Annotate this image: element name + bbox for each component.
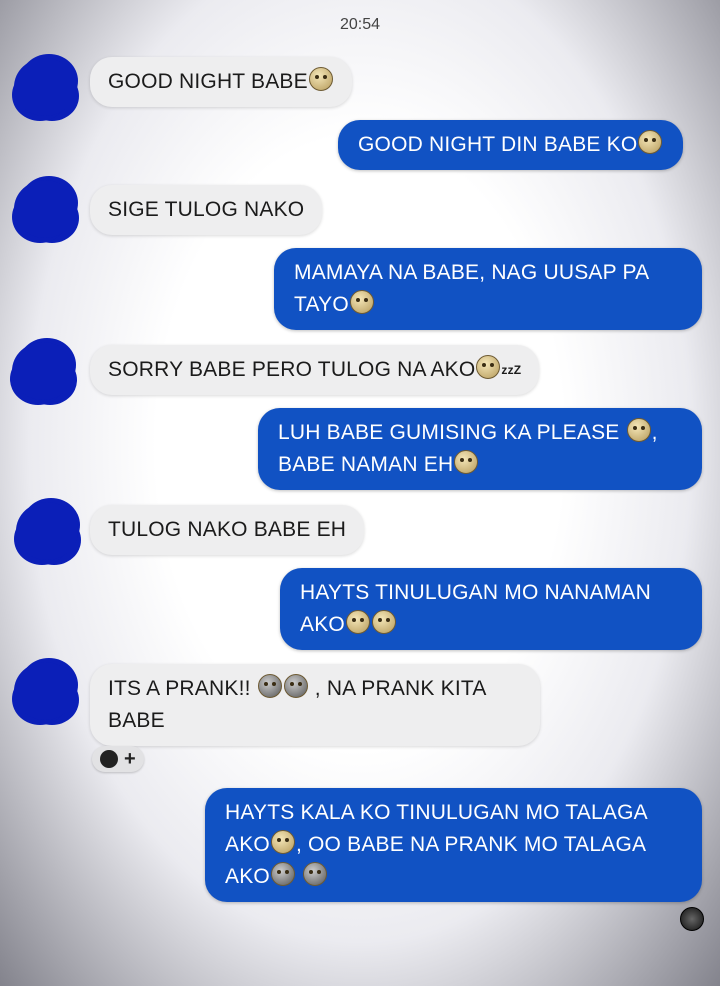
message-outgoing[interactable]: MAMAYA NA BABE, NAG UUSAP PA TAYO — [274, 248, 702, 330]
message-text-line: HAYTS KALA KO TINULUGAN MO TALAGA — [225, 801, 648, 824]
pensive-face-icon — [345, 610, 370, 634]
zzz-icon: zzZ — [501, 363, 522, 377]
message-outgoing[interactable]: HAYTS KALA KO TINULUGAN MO TALAGA AKO , O… — [205, 788, 702, 902]
contact-avatar[interactable] — [14, 662, 76, 720]
message-incoming[interactable]: ITS A PRANK!! , NA PRANK KITA BABE — [90, 664, 540, 746]
message-text: SORRY BABE PERO TULOG NA AKO — [108, 358, 476, 381]
message-incoming[interactable]: SIGE TULOG NAKO — [90, 185, 323, 235]
contact-avatar[interactable] — [14, 180, 76, 238]
pensive-face-icon — [349, 290, 374, 314]
pleading-face-icon — [270, 830, 295, 854]
message-incoming[interactable]: TULOG NAKO BABE EH — [90, 505, 365, 555]
message-text-line: , OO BABE NA PRANK MO TALAGA — [295, 833, 647, 856]
message-outgoing[interactable]: GOOD NIGHT DIN BABE KO — [338, 120, 684, 170]
message-outgoing[interactable]: HAYTS TINULUGAN MO NANAMAN AKO — [280, 568, 702, 650]
message-text: GOOD NIGHT DIN BABE KO — [358, 133, 638, 156]
message-text-line: HAYTS TINULUGAN MO NANAMAN — [300, 581, 651, 604]
pensive-face-icon — [454, 450, 479, 474]
message-text: SIGE TULOG NAKO — [108, 198, 305, 221]
message-text-line: TAYO — [294, 293, 349, 316]
message-text-punct: , — [651, 421, 658, 444]
plus-icon: + — [124, 748, 136, 770]
message-text-line: ITS A PRANK!! — [108, 677, 251, 700]
message-incoming[interactable]: GOOD NIGHT BABE — [90, 57, 352, 107]
message-text-line: MAMAYA NA BABE, NAG UUSAP PA — [294, 261, 650, 284]
rolling-on-floor-laughing-icon — [257, 674, 282, 698]
message-text-line: , NA PRANK KITA — [314, 677, 487, 700]
pleading-face-icon — [371, 610, 396, 634]
contact-avatar[interactable] — [16, 502, 78, 560]
message-text-line: LUH BABE GUMISING KA PLEASE — [278, 421, 620, 444]
grinning-squinting-face-icon — [283, 674, 308, 698]
grinning-squinting-face-icon — [303, 862, 327, 886]
add-reaction-button[interactable]: + — [92, 746, 144, 772]
message-text-line: AKO — [300, 613, 345, 636]
pleading-face-icon — [626, 418, 651, 442]
message-text-line: AKO — [225, 833, 270, 856]
sleeping-face-icon — [476, 355, 501, 379]
message-text-line: AKO — [225, 865, 270, 888]
contact-avatar[interactable] — [14, 58, 76, 116]
message-outgoing[interactable]: LUH BABE GUMISING KA PLEASE , BABE NAMAN… — [258, 408, 702, 490]
message-text-line: BABE — [108, 709, 165, 732]
contact-avatar[interactable] — [12, 342, 74, 400]
seen-avatar-icon — [680, 907, 704, 931]
message-text: TULOG NAKO BABE EH — [108, 518, 347, 541]
message-incoming[interactable]: SORRY BABE PERO TULOG NA AKO zzZ — [90, 345, 540, 395]
pleading-face-icon — [638, 130, 663, 154]
message-text: GOOD NIGHT BABE — [108, 70, 308, 93]
smiling-face-with-hearts-icon — [308, 67, 333, 91]
status-time: 20:54 — [339, 16, 381, 33]
smiley-reaction-icon — [100, 750, 118, 768]
rolling-on-floor-laughing-icon — [270, 862, 295, 886]
message-text-line: BABE NAMAN EH — [278, 453, 454, 476]
